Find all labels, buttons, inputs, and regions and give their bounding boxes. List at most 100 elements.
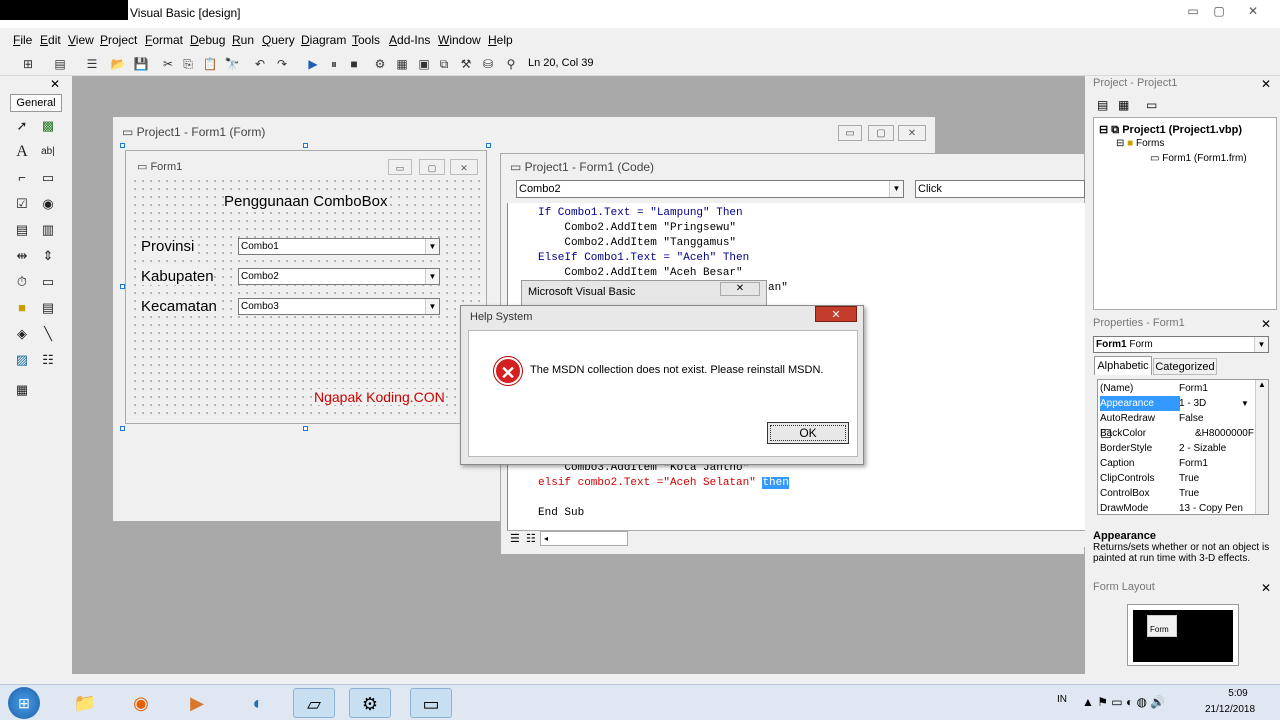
- combo1[interactable]: Combo1 ▼: [238, 238, 440, 255]
- expand-icon[interactable]: ⊟: [1099, 124, 1111, 136]
- minimize-button[interactable]: ▭: [1180, 3, 1206, 19]
- menu-run[interactable]: Run: [232, 33, 254, 47]
- taskbar-firefox-icon[interactable]: ◉: [120, 688, 162, 718]
- taskbar-app-icon[interactable]: ◐: [237, 688, 279, 718]
- selection-handle[interactable]: [303, 143, 308, 148]
- close-button[interactable]: ✕: [1240, 3, 1266, 19]
- help-close-button[interactable]: ✕: [815, 306, 857, 322]
- view-object-icon[interactable]: ▦: [1118, 98, 1129, 112]
- property-row[interactable]: (Name) Form1: [1099, 381, 1251, 396]
- maximize-button[interactable]: ▢: [1206, 3, 1232, 19]
- listbox-tool-icon[interactable]: ▥: [38, 220, 58, 240]
- combo2[interactable]: Combo2 ▼: [238, 268, 440, 285]
- property-row[interactable]: BorderStyle 2 - Sizable: [1099, 441, 1251, 456]
- property-value[interactable]: &H8000000F: [1179, 426, 1254, 441]
- form1-close-button[interactable]: ✕: [450, 159, 478, 175]
- vscrollbar-tool-icon[interactable]: ⇕: [38, 246, 58, 266]
- chevron-down-icon[interactable]: ▼: [1241, 396, 1249, 411]
- form1-maximize-button[interactable]: ▢: [419, 159, 445, 175]
- commandbutton-tool-icon[interactable]: ▭: [38, 168, 58, 188]
- chevron-down-icon[interactable]: ▼: [425, 269, 439, 284]
- textbox-tool-icon[interactable]: ab|: [38, 142, 58, 162]
- frame-tool-icon[interactable]: ⌐: [12, 168, 32, 188]
- provinsi-label[interactable]: Provinsi: [141, 238, 195, 255]
- form-heading-label[interactable]: Penggunaan ComboBox: [224, 193, 388, 210]
- filelistbox-tool-icon[interactable]: ▤: [38, 298, 58, 318]
- chevron-down-icon[interactable]: ▼: [425, 299, 439, 314]
- property-row[interactable]: AutoRedraw False: [1099, 411, 1251, 426]
- combobox-tool-icon[interactable]: ▤: [12, 220, 32, 240]
- menu-file[interactable]: File: [13, 33, 32, 47]
- find-icon[interactable]: 🔭: [224, 56, 240, 72]
- ole-tool-icon[interactable]: ▦: [12, 380, 32, 400]
- object-select[interactable]: Combo2 ▼: [516, 180, 904, 198]
- form1-minimize-button[interactable]: ▭: [388, 159, 412, 175]
- expand-icon[interactable]: ⊟: [1116, 138, 1127, 149]
- component-manager-icon[interactable]: ⚲: [503, 56, 519, 72]
- project-explorer-icon[interactable]: ⚙: [372, 56, 388, 72]
- clock-time[interactable]: 5:09: [1218, 688, 1258, 699]
- property-value[interactable]: 2 - Sizable: [1179, 441, 1251, 456]
- tree-form-item[interactable]: ▭ Form1 (Form1.frm): [1150, 153, 1247, 164]
- menu-debug[interactable]: Debug: [190, 33, 225, 47]
- menu-view[interactable]: View: [68, 33, 94, 47]
- toolbox-close-icon[interactable]: ✕: [50, 78, 62, 90]
- save-icon[interactable]: 💾: [133, 56, 149, 72]
- picturebox-tool-icon[interactable]: ▩: [38, 116, 58, 136]
- combo3[interactable]: Combo3 ▼: [238, 298, 440, 315]
- paste-icon[interactable]: 📋: [202, 56, 218, 72]
- property-value[interactable]: True: [1179, 471, 1251, 486]
- dirlistbox-tool-icon[interactable]: ■: [12, 298, 32, 318]
- data-tool-icon[interactable]: ☷: [38, 350, 58, 370]
- shape-tool-icon[interactable]: ◈: [12, 324, 32, 344]
- menu-edit[interactable]: Edit: [40, 33, 61, 47]
- selection-handle[interactable]: [303, 426, 308, 431]
- procedure-select[interactable]: Click: [915, 180, 1085, 198]
- line-tool-icon[interactable]: ╲: [38, 324, 58, 344]
- tree-project-node[interactable]: ⊟ ⧉ Project1 (Project1.vbp): [1099, 123, 1242, 137]
- ok-button[interactable]: OK: [767, 422, 849, 444]
- data-view-icon[interactable]: ⛁: [480, 56, 496, 72]
- break-icon[interactable]: ⏸: [326, 56, 342, 72]
- open-icon[interactable]: 📂: [110, 56, 126, 72]
- tray-icons[interactable]: ▲ ⚑ ▭ ◐ ◍ 🔊: [1082, 695, 1165, 709]
- optionbutton-tool-icon[interactable]: ◉: [38, 194, 58, 214]
- taskbar-sticky-icon[interactable]: ▱: [293, 688, 335, 718]
- menu-tools[interactable]: Tools: [352, 33, 380, 47]
- form-layout-icon[interactable]: ▣: [416, 56, 432, 72]
- chevron-down-icon[interactable]: ▼: [889, 181, 903, 197]
- object-browser-icon[interactable]: ⧉: [436, 56, 452, 72]
- pointer-tool-icon[interactable]: ➚: [12, 116, 32, 136]
- end-icon[interactable]: ■: [346, 56, 362, 72]
- label-tool-icon[interactable]: A: [12, 142, 32, 162]
- tab-categorized[interactable]: Categorized: [1153, 358, 1217, 375]
- property-value[interactable]: False: [1179, 411, 1251, 426]
- toggle-folders-icon[interactable]: ▭: [1146, 98, 1157, 112]
- clock-date[interactable]: 21/12/2018: [1200, 704, 1260, 715]
- timer-tool-icon[interactable]: ⏱: [12, 272, 32, 292]
- property-row[interactable]: Caption Form1: [1099, 456, 1251, 471]
- add-project-icon[interactable]: ⊞: [20, 56, 36, 72]
- properties-object-select[interactable]: Form1 Form ▼: [1093, 336, 1269, 353]
- menu-format[interactable]: Format: [145, 33, 183, 47]
- properties-close-icon[interactable]: ✕: [1259, 317, 1273, 331]
- property-row[interactable]: ControlBox True: [1099, 486, 1251, 501]
- menu-window[interactable]: Window: [438, 33, 481, 47]
- drivelistbox-tool-icon[interactable]: ▭: [38, 272, 58, 292]
- chevron-down-icon[interactable]: ▼: [425, 239, 439, 254]
- cut-icon[interactable]: ✂: [160, 56, 176, 72]
- selection-handle[interactable]: [486, 143, 491, 148]
- designer-close-button[interactable]: ✕: [898, 125, 926, 141]
- menu-help[interactable]: Help: [488, 33, 513, 47]
- add-form-icon[interactable]: ▤: [52, 56, 68, 72]
- properties-scrollbar[interactable]: ▲: [1255, 380, 1268, 514]
- property-row[interactable]: Appearance 1 - 3D ▼: [1099, 396, 1251, 411]
- tab-alphabetic[interactable]: Alphabetic: [1094, 356, 1152, 375]
- horizontal-scrollbar[interactable]: ◂: [540, 531, 628, 546]
- property-value[interactable]: Form1: [1179, 456, 1251, 471]
- redo-icon[interactable]: ↷: [274, 56, 290, 72]
- view-code-icon[interactable]: ▤: [1097, 98, 1108, 112]
- designer-maximize-button[interactable]: ▢: [868, 125, 894, 141]
- designer-minimize-button[interactable]: ▭: [838, 125, 862, 141]
- form-layout-close-icon[interactable]: ✕: [1259, 581, 1273, 595]
